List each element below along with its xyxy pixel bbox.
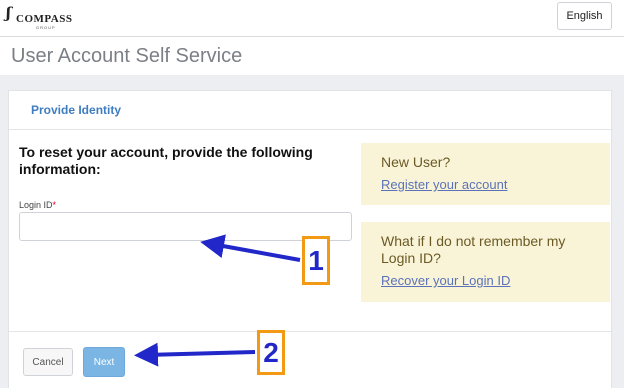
callout-number-2: 2 (257, 330, 285, 375)
callout-number-1: 1 (302, 236, 330, 285)
arrow-to-next-button (134, 342, 256, 367)
arrow-to-login-input (200, 234, 301, 262)
annotation-arrows (134, 234, 301, 367)
